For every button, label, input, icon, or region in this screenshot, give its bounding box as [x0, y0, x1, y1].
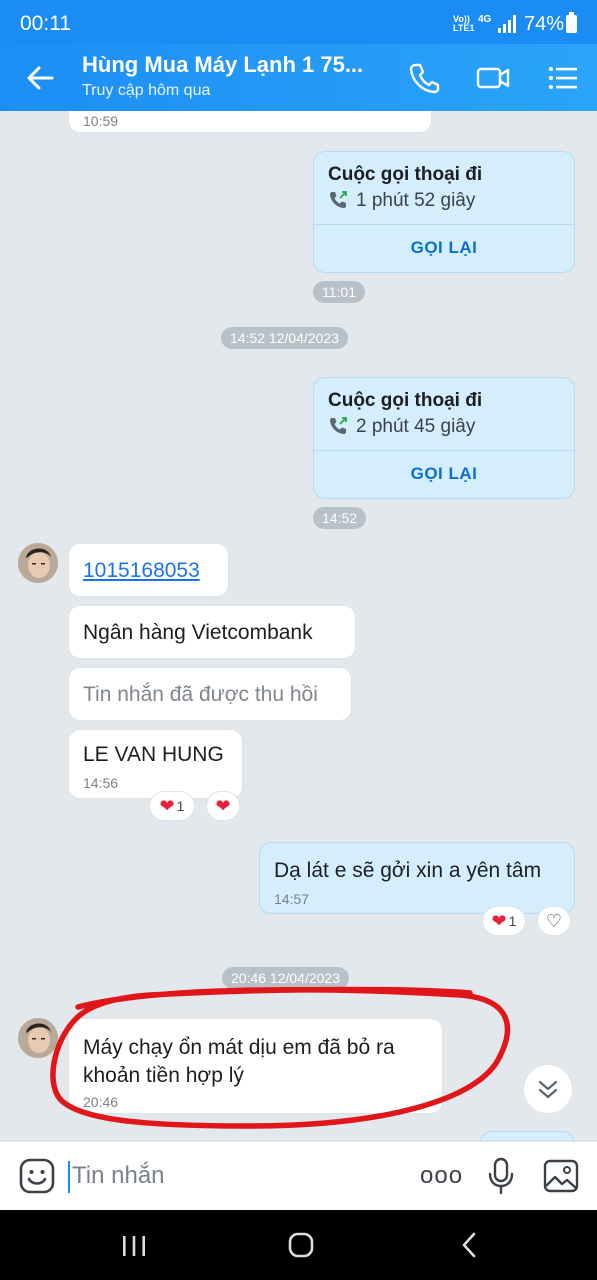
message-bubble[interactable]: 1015168053: [68, 543, 229, 597]
video-call-icon[interactable]: [475, 60, 511, 96]
more-icon[interactable]: ooo: [420, 1162, 463, 1190]
chat-area[interactable]: 10:59 Cuộc gọi thoại đi 1 phút 52 giây G…: [0, 111, 597, 1141]
outgoing-call-icon: [330, 417, 347, 434]
avatar-photo: [18, 543, 58, 583]
message-bubble[interactable]: LE VAN HUNG 14:56: [68, 729, 243, 799]
call-title: Cuộc gọi thoại đi: [328, 164, 483, 185]
double-chevron-down-icon: [538, 1080, 558, 1099]
message-text: Tin nhắn đã được thu hồi: [83, 683, 318, 706]
message-time-pill: 11:01: [313, 281, 365, 303]
emoji-icon[interactable]: [19, 1158, 55, 1194]
heart-icon: ❤: [215, 795, 231, 816]
call-title: Cuộc gọi thoại đi: [328, 390, 483, 411]
reaction-summary[interactable]: ❤ 1: [482, 906, 526, 936]
contact-avatar[interactable]: [18, 1018, 58, 1058]
message-input-bar: Tin nhắn ooo: [0, 1141, 597, 1210]
heart-icon: ❤: [159, 795, 175, 816]
message-input[interactable]: Tin nhắn: [72, 1162, 165, 1190]
system-nav-bar: [0, 1210, 597, 1280]
outgoing-call-icon: [330, 191, 347, 208]
scroll-to-bottom-button[interactable]: [523, 1064, 573, 1114]
message-time-pill: 14:52: [313, 507, 367, 529]
reaction-count: 1: [176, 798, 185, 814]
recalled-message[interactable]: Tin nhắn đã được thu hồi: [68, 667, 352, 721]
contact-avatar[interactable]: [18, 543, 58, 583]
date-separator: 14:52 12/04/2023: [221, 327, 348, 349]
message-time: 10:59: [83, 113, 119, 129]
card-divider: [314, 224, 574, 225]
avatar-photo: [18, 1018, 58, 1058]
signal-icon: [498, 15, 516, 33]
card-divider: [314, 450, 574, 451]
volte-indicator: Vo)) LTE1: [453, 15, 474, 33]
text-cursor: [68, 1161, 70, 1193]
call-duration: 1 phút 52 giây: [356, 190, 476, 211]
message-bubble[interactable]: [480, 1131, 575, 1141]
image-icon[interactable]: [542, 1158, 580, 1194]
message-time: 20:46: [83, 1094, 119, 1110]
react-button[interactable]: ❤: [206, 791, 240, 821]
outgoing-call-card[interactable]: Cuộc gọi thoại đi 2 phút 45 giây GỌI LẠI: [313, 377, 575, 499]
account-number-link[interactable]: 1015168053: [83, 559, 200, 583]
battery-percent: 74%: [524, 13, 565, 35]
chat-header: Hùng Mua Máy Lạnh 1 75... Truy cập hôm q…: [0, 44, 597, 111]
network-type: 4G: [478, 14, 492, 25]
phone-icon[interactable]: [406, 60, 442, 96]
message-text: Dạ lát e sẽ gởi xin a yên tâm: [274, 859, 542, 882]
message-text-line: Máy chạy ổn mát dịu em đã bỏ ra: [83, 1036, 395, 1059]
menu-icon[interactable]: [545, 60, 581, 96]
call-duration: 2 phút 45 giây: [356, 416, 476, 437]
message-bubble[interactable]: 10:59: [68, 111, 432, 133]
contact-name[interactable]: Hùng Mua Máy Lạnh 1 75...: [82, 52, 363, 78]
lte-label: LTE1: [453, 23, 475, 33]
recent-apps-icon[interactable]: [120, 1234, 148, 1258]
status-bar: 00:11 Vo)) LTE1 4G 74%: [0, 0, 597, 44]
message-time: 14:56: [83, 775, 119, 791]
last-seen: Truy cập hôm qua: [82, 82, 211, 99]
message-time: 14:57: [274, 891, 310, 907]
status-time: 00:11: [20, 12, 71, 35]
back-nav-icon[interactable]: [459, 1231, 479, 1259]
message-bubble[interactable]: Dạ lát e sẽ gởi xin a yên tâm 14:57: [259, 842, 575, 914]
back-arrow-icon[interactable]: [24, 62, 56, 94]
battery-icon: [566, 12, 577, 33]
reaction-summary[interactable]: ❤ 1: [149, 791, 195, 821]
heart-outline-icon: ♡: [545, 910, 563, 931]
message-text: LE VAN HUNG: [83, 743, 224, 766]
react-button[interactable]: ♡: [537, 906, 571, 936]
message-text-line: khoản tiền hợp lý: [83, 1064, 244, 1087]
home-icon[interactable]: [287, 1231, 315, 1259]
outgoing-call-card[interactable]: Cuộc gọi thoại đi 1 phút 52 giây GỌI LẠI: [313, 151, 575, 273]
call-back-button[interactable]: GỌI LẠI: [314, 238, 574, 258]
call-back-button[interactable]: GỌI LẠI: [314, 464, 574, 484]
reaction-count: 1: [508, 913, 517, 929]
message-bubble[interactable]: Máy chạy ổn mát dịu em đã bỏ ra khoản ti…: [68, 1018, 443, 1114]
date-separator: 20:46 12/04/2023: [222, 967, 349, 989]
microphone-icon[interactable]: [486, 1156, 516, 1196]
message-text: Ngân hàng Vietcombank: [83, 621, 313, 644]
heart-icon: ❤: [491, 910, 507, 931]
message-bubble[interactable]: Ngân hàng Vietcombank: [68, 605, 356, 659]
